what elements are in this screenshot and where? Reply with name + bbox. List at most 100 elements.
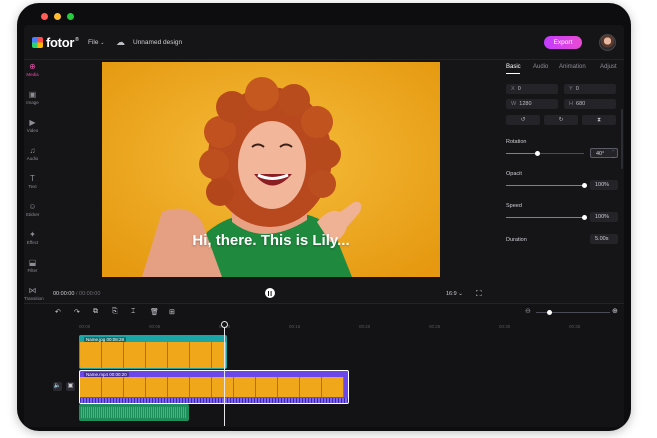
crop-icon[interactable]: ⊞ [169,308,175,316]
ruler-tick: 00:30 [499,324,511,329]
sidebar-item-effect[interactable]: ✦ Effect [24,230,41,245]
speed-slider[interactable] [506,215,587,220]
sidebar-item-image[interactable]: ▣ Image [24,90,41,105]
height-field[interactable]: H 680 [564,99,616,109]
tab-audio[interactable]: Audio [533,64,548,70]
y-position-field[interactable]: Y 0 [564,84,616,94]
track-cover-toggle[interactable]: ▣ [66,382,75,391]
clip-thumbnail [102,377,124,397]
opacity-slider-knob[interactable] [581,183,587,188]
playhead[interactable] [221,321,228,426]
clip-thumbnails [80,342,226,368]
sidebar-item-text[interactable]: T Text [24,174,41,189]
zoom-in-icon[interactable]: ⊕ [612,307,618,315]
playhead-handle[interactable] [221,321,228,328]
panel-scrollbar[interactable] [621,109,623,169]
width-field[interactable]: W 1280 [506,99,558,109]
minimize-window-dot[interactable] [54,13,61,20]
tab-animation[interactable]: Animation [559,64,586,70]
document-title[interactable]: Unnamed design [133,39,182,46]
duration-value: 5.00s [595,236,609,242]
rotation-slider[interactable] [506,151,584,156]
sidebar-item-filter[interactable]: ⬓ Filter [24,258,41,273]
sidebar-item-video[interactable]: ▶ Video [24,118,41,133]
export-button[interactable]: Export [544,36,582,49]
copy-icon[interactable]: ⧉ [93,308,98,316]
logo-mark-icon [32,37,43,48]
duration-input[interactable]: 5.00s [590,234,618,244]
clip-thumbnail [190,377,212,397]
image-icon: ▣ [28,90,37,99]
caption-text[interactable]: Hi, there. This is Lily... [102,232,440,249]
file-menu[interactable]: File ⌄ [88,39,105,46]
ruler-tick: 00:05 [149,324,161,329]
cloud-icon: ☁ [116,37,125,47]
stepper-icon: ⌃ ⌄ [611,149,615,159]
rotate-left-button[interactable]: ↺ [506,115,540,125]
time-total: 00:00:00 [79,291,101,297]
maximize-window-dot[interactable] [67,13,74,20]
opacity-value: 100% [595,182,610,188]
clip-thumbnail [234,377,256,397]
sidebar-item-label: Image [26,100,39,105]
track-audio-toggle[interactable]: 🔈 [53,382,62,391]
speed-label: Speed [506,203,522,209]
y-label: Y [569,86,573,92]
time-separator: / [75,291,78,297]
sidebar-item-media[interactable]: ⊕ Media [24,62,41,77]
aspect-ratio-value: 16:9 [446,291,457,297]
avatar[interactable] [599,34,616,51]
audio-waveform [81,407,187,418]
zoom-out-icon[interactable]: ⊖ [525,307,531,315]
clip-thumbnail [146,342,168,368]
rotation-input[interactable]: 40° ⌃ ⌄ [590,148,618,159]
tab-adjust[interactable]: Adjust [600,64,617,70]
image-icon: ▣ [67,383,74,389]
clip-thumbnail [124,342,146,368]
rotation-slider-knob[interactable] [534,151,540,156]
speed-slider-knob[interactable] [581,215,587,220]
fotor-logo[interactable]: fotor ® [32,35,79,50]
ruler-tick: 00:25 [429,324,441,329]
sidebar-item-audio[interactable]: ♫ Audio [24,146,41,161]
timeline-zoom-slider[interactable] [536,310,610,315]
speed-input[interactable]: 100% [590,212,618,222]
time-readout: 00:00:00 / 00:00:00 [53,291,100,297]
pause-button[interactable] [265,288,275,298]
rotate-right-icon: ↻ [558,117,564,123]
logo-text: fotor [46,35,75,50]
y-value: 0 [575,86,579,92]
opacity-slider[interactable] [506,183,587,188]
preview-canvas[interactable]: Hi, there. This is Lily... [102,62,440,277]
paste-icon[interactable]: ⎘ [112,308,118,316]
media-icon: ⊕ [29,62,36,71]
clip-thumbnail [190,342,212,368]
split-icon[interactable]: ⌶ [131,308,135,316]
fullscreen-icon[interactable]: ⛶ [476,289,482,299]
opacity-input[interactable]: 100% [590,180,618,190]
x-position-field[interactable]: X 0 [506,84,558,94]
clip-thumbnail [256,377,278,397]
h-value: 680 [576,101,586,107]
duration-label: Duration [506,237,527,243]
export-label: Export [553,39,573,46]
image-clip[interactable]: Name.jpg 00:08:28 [79,335,227,369]
chevron-down-icon: ⌄ [100,40,105,46]
zoom-slider-knob[interactable] [546,310,552,315]
tab-basic[interactable]: Basic [506,64,521,70]
music-note-icon: ♫ [29,146,36,155]
rotate-right-button[interactable]: ↻ [544,115,578,125]
close-window-dot[interactable] [41,13,48,20]
flip-button[interactable]: ⧗ [582,115,616,125]
undo-icon[interactable]: ↶ [55,308,61,316]
text-icon: T [30,174,35,183]
aspect-ratio-select[interactable]: 16:9 ⌄ [446,291,463,297]
sidebar-item-sticker[interactable]: ☺ Sticker [24,202,41,217]
delete-icon[interactable]: 🗑 [150,308,159,316]
redo-icon[interactable]: ↷ [74,308,80,316]
video-clip[interactable]: Name.mp4 00:00:20 [79,370,349,404]
rotation-value: 40° [596,151,605,157]
timeline: ↶ ↷ ⧉ ⎘ ⌶ 🗑 ⊞ ⊖ ⊕ 00:00 00:05 00:10 00:1… [24,303,624,427]
chevron-down-icon: ⌄ [458,291,463,297]
audio-clip[interactable] [79,404,189,421]
